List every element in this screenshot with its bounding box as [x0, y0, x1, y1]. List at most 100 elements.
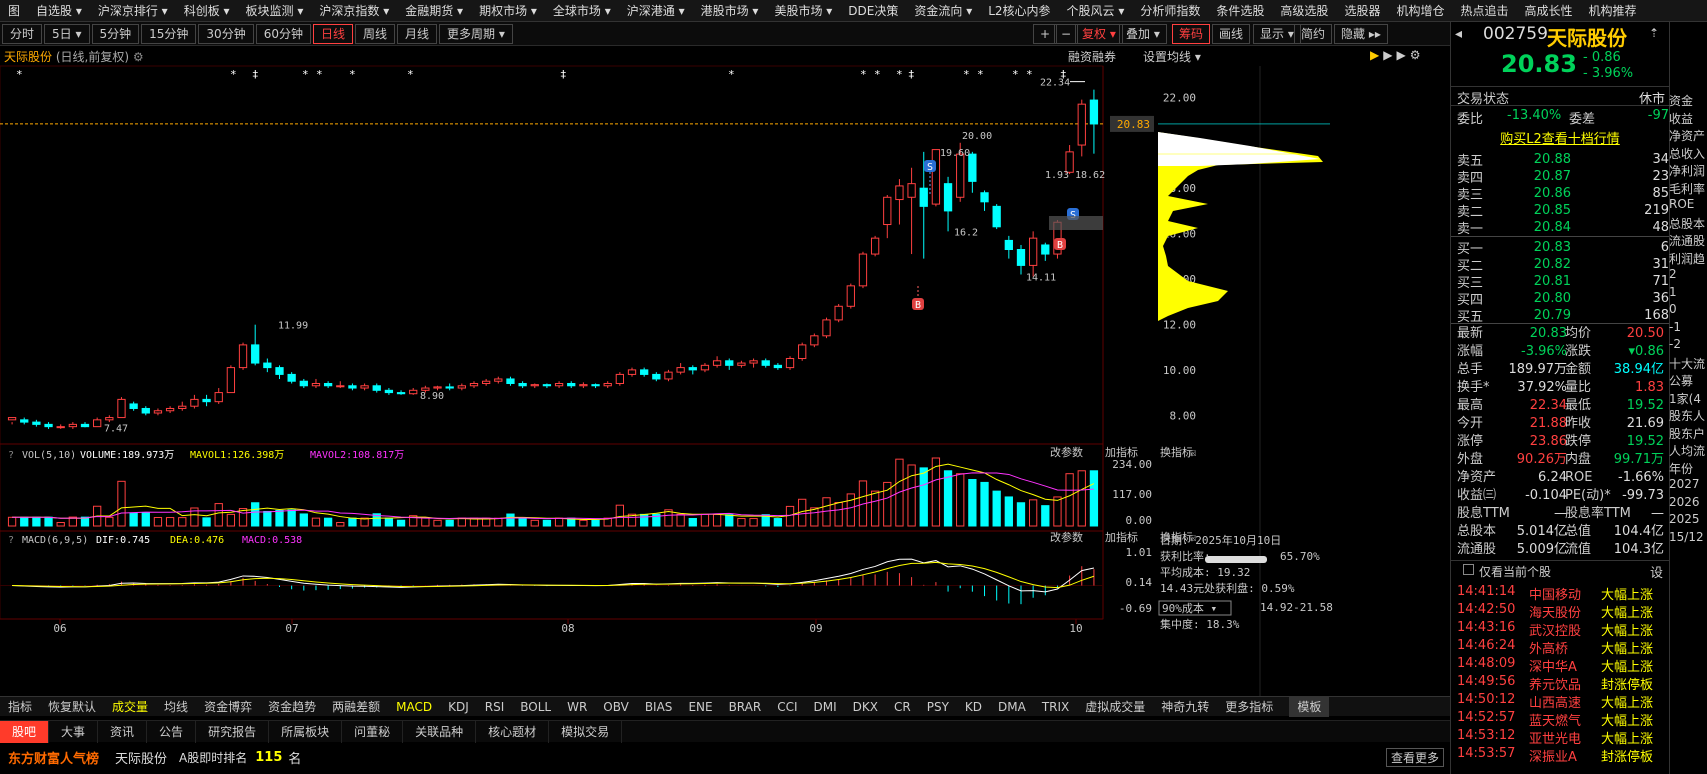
period-button[interactable]: 日线	[312, 23, 353, 44]
info-tab[interactable]: 所属板块	[269, 720, 343, 743]
info-tab[interactable]: 模拟交易	[549, 720, 623, 743]
news-item[interactable]: 14:52:57 蓝天燃气 大幅上涨	[1457, 710, 1681, 729]
kline-svg[interactable]: 22.0020.0018.0016.0014.0012.0010.008.002…	[0, 46, 1450, 696]
indicator-tab[interactable]: TRIX	[1034, 697, 1077, 717]
indicator-tab[interactable]: 资金博弈	[196, 697, 260, 717]
menu-item[interactable]: 美股市场 ▾	[766, 0, 840, 21]
indicator-tab[interactable]: 两融差额	[324, 697, 388, 717]
period-button[interactable]: 5分钟	[91, 23, 140, 44]
indicator-tab[interactable]: 模板	[1289, 696, 1330, 717]
period-button[interactable]: 月线	[397, 23, 438, 44]
sub-pane-button[interactable]: 加指标	[1105, 445, 1138, 459]
indicator-tab[interactable]: PSY	[919, 697, 957, 717]
sub-pane-button[interactable]: 换指标	[1160, 530, 1193, 544]
signal-marker[interactable]: B	[912, 298, 924, 311]
menu-item[interactable]: 沪深京排行 ▾	[90, 0, 176, 21]
news-item[interactable]: 14:50:12 山西高速 大幅上涨	[1457, 692, 1681, 711]
signal-marker[interactable]: S	[924, 160, 936, 173]
indicator-tab[interactable]: 神奇九转	[1153, 697, 1217, 717]
close-icon[interactable]: ☒	[1190, 446, 1197, 459]
prev-stock-icon[interactable]: ◂	[1455, 26, 1462, 42]
toolbar-button[interactable]: 筹码	[1172, 24, 1211, 44]
indicator-tab[interactable]: 成交量	[104, 697, 156, 717]
indicator-tab[interactable]: KDJ	[440, 697, 477, 717]
menu-item[interactable]: 高成长性	[1516, 0, 1580, 21]
info-tab[interactable]: 关联品种	[403, 720, 477, 743]
menu-item[interactable]: 期权市场 ▾	[471, 0, 545, 21]
menu-item[interactable]: 沪深港通 ▾	[619, 0, 693, 21]
menu-item[interactable]: 图	[0, 0, 28, 21]
menu-item[interactable]: 港股市场 ▾	[693, 0, 767, 21]
indicator-tab[interactable]: BRAR	[721, 697, 770, 717]
news-settings-button[interactable]: 设	[1650, 562, 1663, 581]
info-tab[interactable]: 股吧	[0, 720, 50, 743]
info-tab[interactable]: 问董秘	[342, 720, 404, 743]
menu-item[interactable]: DDE决策	[840, 0, 906, 21]
menu-item[interactable]: 选股器	[1336, 0, 1388, 21]
menu-item[interactable]: 个股风云 ▾	[1059, 0, 1133, 21]
period-button[interactable]: 更多周期 ▾	[439, 23, 513, 44]
indicator-tab[interactable]: RSI	[477, 697, 513, 717]
period-button[interactable]: 周线	[355, 23, 396, 44]
indicator-tab[interactable]: MACD	[388, 697, 440, 717]
menu-item[interactable]: 高级选股	[1272, 0, 1336, 21]
indicator-tab[interactable]: 恢复默认	[40, 697, 104, 717]
news-item[interactable]: 14:53:57 深振业A 封涨停板	[1457, 746, 1681, 765]
only-current-checkbox[interactable]	[1463, 564, 1474, 575]
menu-item[interactable]: 机构推荐	[1581, 0, 1645, 21]
indicator-tab[interactable]: ENE	[680, 697, 720, 717]
kline-chart-area[interactable]: 22.0020.0018.0016.0014.0012.0010.008.002…	[0, 46, 1450, 696]
sub-pane-button[interactable]: 换指标	[1160, 445, 1193, 459]
indicator-tab[interactable]: KD	[957, 697, 990, 717]
menu-item[interactable]: 金融期货 ▾	[397, 0, 471, 21]
indicator-tab[interactable]: 资金趋势	[260, 697, 324, 717]
period-button[interactable]: 30分钟	[198, 23, 254, 44]
period-button[interactable]: 60分钟	[255, 23, 311, 44]
menu-item[interactable]: 沪深京指数 ▾	[311, 0, 397, 21]
period-button[interactable]: 15分钟	[141, 23, 197, 44]
menu-item[interactable]: 资金流向 ▾	[906, 0, 980, 21]
news-item[interactable]: 14:43:16 武汉控股 大幅上涨	[1457, 620, 1681, 639]
indicator-tab[interactable]: OBV	[595, 697, 637, 717]
news-item[interactable]: 14:41:14 中国移动 大幅上涨	[1457, 584, 1681, 603]
info-tab[interactable]: 大事	[49, 720, 99, 743]
menu-item[interactable]: 板块监测 ▾	[238, 0, 312, 21]
signal-marker[interactable]: B	[1054, 238, 1066, 251]
next-stock-icon[interactable]: ⇡	[1649, 26, 1659, 40]
info-tab[interactable]: 核心题材	[476, 720, 550, 743]
indicator-tab[interactable]: 虚拟成交量	[1077, 697, 1153, 717]
news-item[interactable]: 14:48:09 深中华A 大幅上涨	[1457, 656, 1681, 675]
indicator-tab[interactable]: CR	[886, 697, 919, 717]
indicator-tab[interactable]: DMI	[806, 697, 845, 717]
info-tab[interactable]: 资讯	[98, 720, 148, 743]
close-icon[interactable]: ☒	[1190, 531, 1197, 544]
news-item[interactable]: 14:42:50 海天股份 大幅上涨	[1457, 602, 1681, 621]
indicator-tab[interactable]: WR	[559, 697, 595, 717]
sub-pane-button[interactable]: 改参数	[1050, 530, 1083, 544]
menu-item[interactable]: L2核心内参	[980, 0, 1058, 21]
indicator-tab[interactable]: DKX	[845, 697, 886, 717]
indicator-tab[interactable]: 指标	[0, 697, 40, 717]
info-tab[interactable]: 公告	[147, 720, 197, 743]
margin-trading-button[interactable]: 融资融券	[1068, 48, 1116, 65]
news-item[interactable]: 14:46:24 外高桥 大幅上涨	[1457, 638, 1681, 657]
period-button[interactable]: 5日 ▾	[44, 23, 90, 44]
info-tab[interactable]: 研究报告	[196, 720, 270, 743]
menu-item[interactable]: 分析师指数	[1132, 0, 1208, 21]
menu-item[interactable]: 科创板 ▾	[176, 0, 238, 21]
toolbar-button[interactable]: 画线	[1212, 24, 1251, 44]
sub-pane-button[interactable]: 改参数	[1050, 445, 1083, 459]
period-button[interactable]: 分时	[2, 23, 43, 44]
toolbar-button[interactable]: 复权 ▾	[1075, 24, 1123, 44]
menu-item[interactable]: 自选股 ▾	[28, 0, 90, 21]
menu-item[interactable]: 条件选股	[1208, 0, 1272, 21]
cost-select[interactable]: 90%成本 ▾	[1162, 601, 1217, 615]
news-item[interactable]: 14:49:56 养元饮品 封涨停板	[1457, 674, 1681, 693]
sub-pane-button[interactable]: 加指标	[1105, 530, 1138, 544]
view-more-button[interactable]: 查看更多	[1385, 747, 1444, 767]
gear-icon[interactable]: ⚙	[133, 50, 144, 64]
indicator-tab[interactable]: 均线	[156, 697, 196, 717]
chip-toolbar-icons[interactable]: ▶▶▶⚙	[1370, 48, 1424, 62]
buy-l2-link[interactable]: 购买L2查看十档行情	[1451, 128, 1669, 147]
indicator-tab[interactable]: BIAS	[637, 697, 681, 717]
